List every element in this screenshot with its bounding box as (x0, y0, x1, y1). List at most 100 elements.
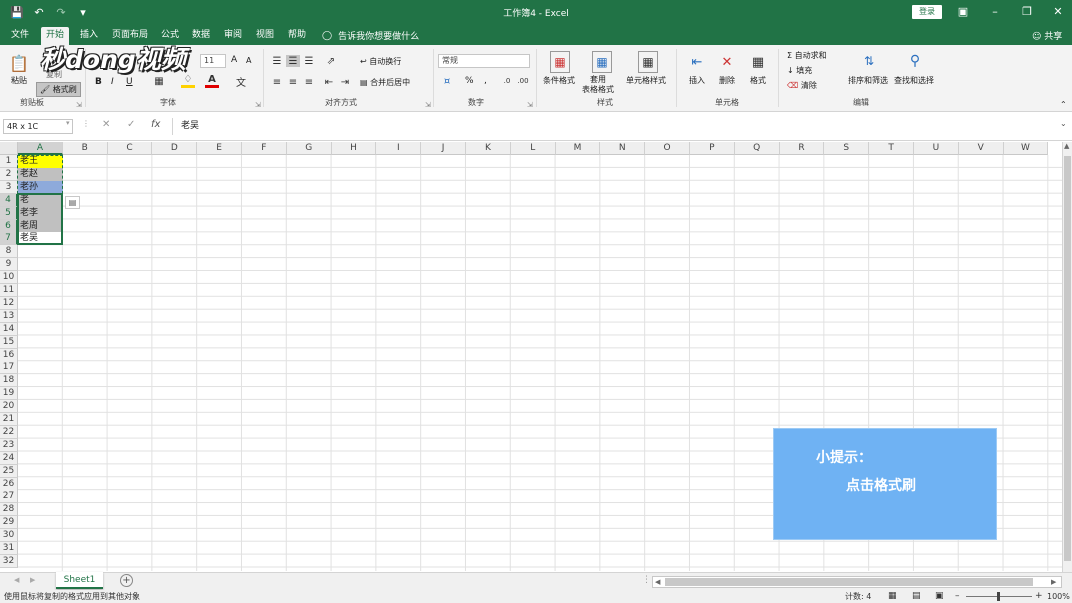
row-header[interactable]: 18 (0, 374, 18, 388)
row-header[interactable]: 6 (0, 219, 18, 233)
fill-button[interactable]: ↓ 填充 (787, 65, 812, 76)
decrease-indent-icon[interactable]: ⇤ (322, 76, 336, 88)
delete-cells-icon[interactable]: ✕ (717, 51, 737, 73)
column-header[interactable]: Q (734, 142, 780, 155)
collapse-ribbon-icon[interactable]: ⌃ (1060, 100, 1067, 109)
comma-button[interactable]: , (484, 76, 487, 86)
row-header[interactable]: 23 (0, 438, 18, 452)
normal-view-icon[interactable]: ▦ (888, 590, 897, 603)
font-color-icon[interactable]: A (205, 74, 219, 88)
column-header[interactable]: R (779, 142, 825, 155)
fill-color-icon[interactable]: ♢ (181, 74, 195, 88)
row-header[interactable]: 11 (0, 284, 18, 297)
format-cells-icon[interactable]: ▦ (748, 51, 768, 73)
column-header[interactable]: A (18, 142, 63, 155)
row-header[interactable]: 7 (0, 232, 18, 246)
paste-options-icon[interactable]: ▤ (65, 196, 80, 209)
select-all-corner[interactable] (0, 142, 18, 155)
row-header[interactable]: 29 (0, 516, 18, 530)
conditional-format-button[interactable]: 条件格式 (543, 75, 575, 86)
row-header[interactable]: 31 (0, 542, 18, 555)
row-header[interactable]: 2 (0, 167, 18, 181)
tab-splitter-icon[interactable]: ⋮ (642, 575, 651, 585)
restore-icon[interactable]: ❐ (1012, 3, 1042, 21)
scroll-thumb[interactable] (1064, 156, 1071, 561)
tell-me-search[interactable]: ◯ 告诉我你想要做什么 (322, 29, 419, 43)
column-header[interactable]: S (824, 142, 870, 155)
row-header[interactable]: 15 (0, 335, 18, 349)
vertical-scrollbar[interactable]: ▲ (1062, 142, 1072, 572)
row-header[interactable]: 22 (0, 425, 18, 439)
conditional-format-icon[interactable]: ▦ (550, 51, 570, 73)
row-header[interactable]: 16 (0, 348, 18, 362)
format-painter-button[interactable]: 🖌 格式刷 (36, 82, 81, 97)
column-header[interactable]: H (331, 142, 377, 155)
enter-icon[interactable]: ✓ (127, 119, 135, 130)
name-box-dropdown-icon[interactable]: ▾ (66, 119, 70, 127)
font-size-select[interactable]: 11 (200, 54, 226, 68)
wrap-text-button[interactable]: ↩ 自动换行 (360, 56, 401, 67)
increase-decimal-icon[interactable]: .0 (500, 75, 514, 87)
format-cells-button[interactable]: 格式 (750, 75, 766, 86)
column-header[interactable]: N (600, 142, 646, 155)
next-sheet-icon[interactable]: ▶ (30, 576, 35, 584)
column-header[interactable]: I (376, 142, 422, 155)
tab-help[interactable]: 帮助 (283, 27, 311, 45)
row-header[interactable]: 24 (0, 451, 18, 465)
row-header[interactable]: 20 (0, 400, 18, 414)
row-header[interactable]: 1 (0, 155, 18, 168)
scroll-left-icon[interactable]: ◀ (655, 578, 660, 586)
row-header[interactable]: 13 (0, 309, 18, 323)
column-header[interactable]: W (1003, 142, 1049, 155)
column-header[interactable]: C (107, 142, 153, 155)
zoom-out-icon[interactable]: – (955, 590, 960, 603)
row-header[interactable]: 17 (0, 361, 18, 375)
column-header[interactable]: F (242, 142, 287, 155)
sort-filter-icon[interactable]: ⇅ (858, 50, 880, 72)
hscroll-thumb[interactable] (665, 578, 1033, 586)
insert-cells-button[interactable]: 插入 (689, 75, 705, 86)
merge-center-button[interactable]: ▤ 合并后居中 (360, 77, 410, 88)
borders-icon[interactable]: ▦ (152, 75, 166, 87)
column-header[interactable]: V (958, 142, 1004, 155)
row-header[interactable]: 28 (0, 503, 18, 517)
font-launcher-icon[interactable]: ⇲ (255, 101, 261, 109)
column-header[interactable]: E (197, 142, 242, 155)
row-header[interactable]: 19 (0, 387, 18, 401)
row-header[interactable]: 26 (0, 477, 18, 491)
increase-indent-icon[interactable]: ⇥ (338, 76, 352, 88)
row-header[interactable]: 14 (0, 322, 18, 336)
formula-bar-splitter[interactable]: ⋮ (82, 119, 90, 128)
row-header[interactable]: 10 (0, 271, 18, 285)
column-header[interactable]: O (645, 142, 690, 155)
tab-file[interactable]: 文件 (6, 27, 34, 45)
clear-button[interactable]: ⌫ 清除 (787, 80, 817, 91)
italic-button[interactable]: I (111, 77, 114, 87)
column-header[interactable]: B (62, 142, 108, 155)
expand-formula-icon[interactable]: ⌄ (1060, 119, 1067, 128)
close-icon[interactable]: ✕ (1043, 3, 1072, 21)
grow-font-button[interactable]: A (231, 55, 237, 65)
add-sheet-button[interactable]: + (120, 574, 133, 587)
name-box[interactable]: 4R x 1C (3, 119, 73, 134)
column-header[interactable]: M (555, 142, 601, 155)
row-header[interactable]: 8 (0, 245, 18, 259)
scroll-up-icon[interactable]: ▲ (1064, 142, 1069, 150)
underline-button[interactable]: U (126, 77, 133, 87)
row-header[interactable]: 12 (0, 296, 18, 310)
alignment-launcher-icon[interactable]: ⇲ (425, 101, 431, 109)
row-header[interactable]: 27 (0, 490, 18, 504)
column-header[interactable]: G (286, 142, 332, 155)
formula-input[interactable]: 老吴 (172, 118, 1070, 135)
align-middle-icon[interactable]: ☰ (286, 55, 300, 67)
orientation-icon[interactable]: ⇗ (322, 55, 340, 67)
decrease-decimal-icon[interactable]: .00 (516, 75, 530, 87)
find-select-button[interactable]: 查找和选择 (894, 75, 934, 86)
shrink-font-button[interactable]: A (246, 56, 251, 65)
tab-data[interactable]: 数据 (187, 27, 215, 45)
number-format-select[interactable]: 常规 (438, 54, 530, 68)
find-search-icon[interactable]: ⚲ (904, 50, 926, 72)
paste-button[interactable]: 粘贴 (11, 75, 27, 86)
column-header[interactable]: U (914, 142, 959, 155)
zoom-in-icon[interactable]: + (1035, 590, 1043, 603)
